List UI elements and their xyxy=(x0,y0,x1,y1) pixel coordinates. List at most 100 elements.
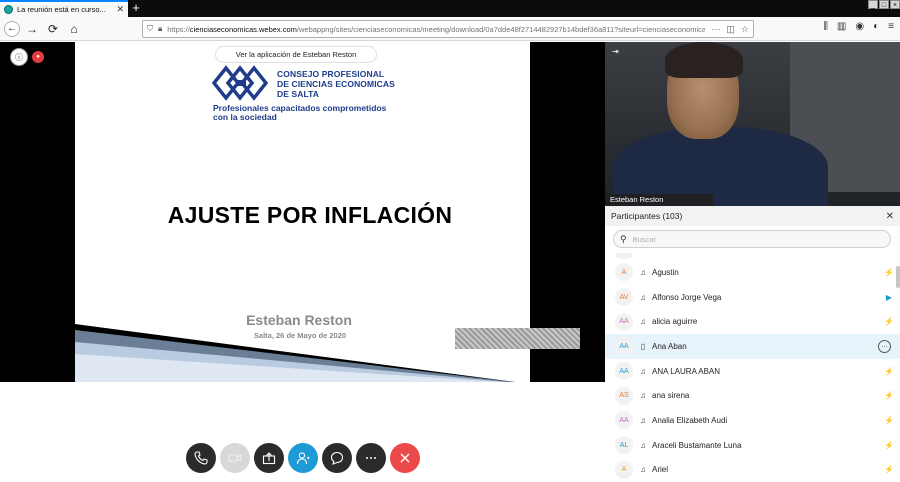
muted-mic-icon[interactable]: ⚡ xyxy=(882,416,896,425)
url-text[interactable]: https://cienciaseconomicas.webex.com/web… xyxy=(167,25,705,34)
browser-tab[interactable]: La reunión está en curso... ✕ xyxy=(0,0,128,17)
headset-icon: ♫ xyxy=(638,293,648,302)
headset-icon: ♫ xyxy=(638,268,648,277)
muted-mic-icon[interactable]: ⚡ xyxy=(882,268,896,277)
account-icon[interactable]: ◉ xyxy=(855,21,864,32)
search-icon: ⚲ xyxy=(620,234,627,245)
extension-icon[interactable]: ◐ xyxy=(873,21,879,32)
muted-mic-icon[interactable]: ⚡ xyxy=(882,391,896,400)
participant-row[interactable]: AA ♫ ANA LAURA ABAN⚡ xyxy=(605,359,900,384)
logo-tagline-2: con la sociedad xyxy=(213,112,277,122)
annotation-overlay xyxy=(455,328,580,349)
tab-close-icon[interactable]: ✕ xyxy=(116,4,124,15)
participants-button[interactable] xyxy=(288,443,318,473)
participant-name: Ariel xyxy=(652,465,882,474)
muted-mic-icon[interactable]: ⚡ xyxy=(882,465,896,474)
participants-icon xyxy=(296,451,310,465)
muted-mic-icon[interactable]: ⚡ xyxy=(882,317,896,326)
webex-favicon-icon xyxy=(4,5,13,14)
menu-icon[interactable]: ≡ xyxy=(888,21,894,32)
video-button[interactable] xyxy=(220,443,250,473)
camera-icon xyxy=(228,451,242,465)
logo-line-3: DE SALTA xyxy=(277,89,319,99)
participant-row[interactable]: A ♫ Agustin⚡ xyxy=(605,260,900,285)
window-controls: _ □ × xyxy=(868,0,900,10)
participant-row[interactable]: A♫Ariel⚡ xyxy=(605,458,900,482)
muted-mic-icon[interactable]: ⚡ xyxy=(882,367,896,376)
search-input[interactable] xyxy=(633,235,873,244)
phone-icon xyxy=(194,451,208,465)
participant-row[interactable]: AA ♫ Analia Elizabeth Audi⚡ xyxy=(605,408,900,433)
minimize-button[interactable]: _ xyxy=(868,0,878,9)
video-on-icon[interactable]: ▶ xyxy=(882,293,896,302)
participant-row[interactable]: AA ♫ alicia aguirre⚡ xyxy=(605,309,900,334)
home-button[interactable]: ⌂ xyxy=(65,20,83,38)
lock-icon[interactable]: 🔒︎ xyxy=(158,24,162,34)
participant-name: Agustin xyxy=(652,268,882,277)
avatar: AA xyxy=(615,313,633,331)
more-button[interactable] xyxy=(356,443,386,473)
avatar: AA xyxy=(615,411,633,429)
avatar: AA xyxy=(615,362,633,380)
browser-tab-bar: La reunión está en curso... ✕ + _ □ × xyxy=(0,0,900,17)
avatar: AV xyxy=(615,288,633,306)
toolbar-right: ⫼ ▥ ◉ ◐ ≡ xyxy=(823,21,894,32)
participant-row[interactable]: AL ♫ Araceli Bustamante Luna⚡ xyxy=(605,433,900,458)
url-prefix: https:// xyxy=(167,25,190,34)
app-share-banner[interactable]: Ver la aplicación de Esteban Reston xyxy=(215,46,377,63)
share-button[interactable] xyxy=(254,443,284,473)
browser-nav-bar: ← → ⟳ ⌂ ⛉ 🔒︎ https://cienciaseconomicas.… xyxy=(0,17,900,41)
logo-line-1: CONSEJO PROFESIONAL xyxy=(277,69,384,79)
avatar: AL xyxy=(615,436,633,454)
meeting-controls xyxy=(186,443,420,473)
page-actions-icon[interactable]: ··· xyxy=(711,24,720,34)
meeting-info-icon[interactable]: ⓘ xyxy=(10,48,28,66)
close-panel-icon[interactable]: ✕ xyxy=(886,211,894,222)
participant-name: Analia Elizabeth Audi xyxy=(652,416,882,425)
maximize-button[interactable]: □ xyxy=(879,0,889,9)
headset-icon: ♫ xyxy=(638,367,648,376)
close-window-button[interactable]: × xyxy=(890,0,900,9)
speaker-video[interactable]: ⇥ Esteban Reston xyxy=(605,42,900,206)
participant-search[interactable]: ⚲ xyxy=(613,230,891,248)
headset-icon: ♫ xyxy=(638,416,648,425)
participant-name: Araceli Bustamante Luna xyxy=(652,441,882,450)
back-button[interactable]: ← xyxy=(4,21,20,37)
muted-mic-icon[interactable]: ⚡ xyxy=(882,441,896,450)
participant-row[interactable]: AS♫ana sirena⚡ xyxy=(605,383,900,408)
library-icon[interactable]: ⫼ xyxy=(823,21,828,32)
chat-bubble-icon[interactable]: … xyxy=(878,340,891,353)
participant-row[interactable]: AA▯Ana Aban… xyxy=(605,334,900,359)
close-icon xyxy=(398,451,412,465)
avatar: A xyxy=(615,263,633,281)
bookmark-star-icon[interactable]: ☆ xyxy=(741,24,749,35)
participants-panel: Participantes (103) ✕ ⚲ A♫Agustin⚡AV♫Alf… xyxy=(605,206,900,480)
participant-name: Ana Aban xyxy=(652,342,878,351)
participant-name: alicia aguirre xyxy=(652,317,882,326)
partial-avatar xyxy=(615,253,633,259)
collapse-video-icon[interactable]: ⇥ xyxy=(612,47,619,56)
headset-icon: ♫ xyxy=(638,391,648,400)
slide-title: AJUSTE POR INFLACIÓN xyxy=(75,202,530,229)
participant-row[interactable]: AV ♫ Alfonso Jorge Vega▶ xyxy=(605,285,900,310)
leave-button[interactable] xyxy=(390,443,420,473)
headset-icon: ♫ xyxy=(638,317,648,326)
forward-button[interactable]: → xyxy=(23,20,41,38)
audio-button[interactable] xyxy=(186,443,216,473)
url-bar[interactable]: ⛉ 🔒︎ https://cienciaseconomicas.webex.co… xyxy=(142,20,754,38)
recording-indicator-icon: ● xyxy=(32,51,44,63)
share-icon xyxy=(262,451,276,465)
shield-icon[interactable]: ⛉ xyxy=(147,24,153,34)
headset-icon: ♫ xyxy=(638,465,648,474)
participant-name: Alfonso Jorge Vega xyxy=(652,293,882,302)
headset-icon: ♫ xyxy=(638,441,648,450)
cpce-logo-icon xyxy=(212,64,268,102)
pocket-icon[interactable]: ◫ xyxy=(726,24,735,35)
new-tab-button[interactable]: + xyxy=(128,0,144,17)
participant-name: ANA LAURA ABAN xyxy=(652,367,882,376)
chat-button[interactable] xyxy=(322,443,352,473)
url-host: cienciaseconomicas.webex.com xyxy=(190,25,297,34)
tab-title: La reunión está en curso... xyxy=(17,5,113,14)
reload-button[interactable]: ⟳ xyxy=(44,20,62,38)
sidebar-icon[interactable]: ▥ xyxy=(837,21,846,32)
